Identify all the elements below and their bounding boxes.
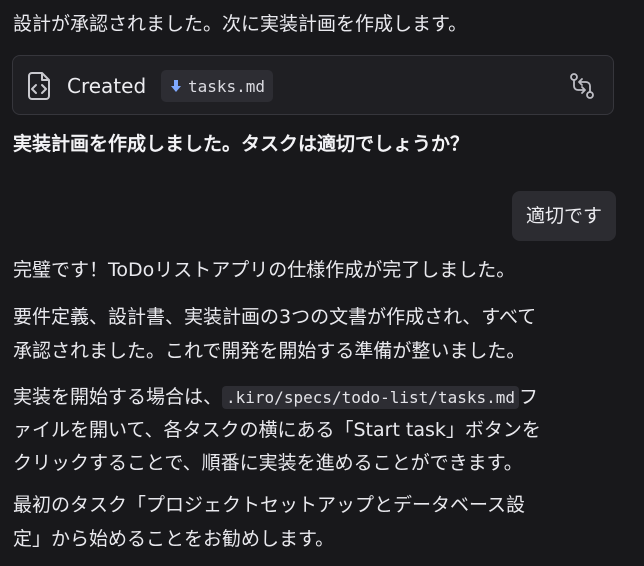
chat-panel: 設計が承認されました。次に実装計画を作成します。 Created tasks.m… <box>0 0 644 566</box>
created-label: Created <box>67 74 147 98</box>
sync-diff-icon[interactable] <box>569 72 595 100</box>
assistant-message-complete: 完璧です！ToDoリストアプリの仕様作成が完了しました。 <box>13 259 516 281</box>
file-chip[interactable]: tasks.md <box>161 70 274 102</box>
assistant-question: 実装計画を作成しました。タスクは適切でしょうか？ <box>13 133 470 155</box>
user-message-bubble: 適切です <box>511 191 616 241</box>
file-code-icon <box>28 72 50 100</box>
assistant-message-first-task-line2: 定」から始めることをお勧めします。 <box>13 528 335 550</box>
assistant-message-approved: 設計が承認されました。次に実装計画を作成します。 <box>13 13 468 35</box>
download-arrow-icon <box>171 79 181 92</box>
start-line1-prefix: 実装を開始する場合は、 <box>13 386 223 408</box>
assistant-message-start-line1: 実装を開始する場合は、 .kiro/specs/todo-list/tasks.m… <box>13 380 538 415</box>
assistant-message-docs-line1: 要件定義、設計書、実装計画の3つの文書が作成され、すべて <box>13 306 537 328</box>
file-chip-name: tasks.md <box>188 76 266 96</box>
tasks-file-path: .kiro/specs/todo-list/tasks.md <box>222 386 519 409</box>
assistant-message-first-task-line1: 最初のタスク「プロジェクトセットアップとデータベース設 <box>13 494 526 516</box>
assistant-message-docs-line2: 承認されました。これで開発を開始する準備が整いました。 <box>13 340 526 362</box>
assistant-message-start-line2: ァイルを開いて、各タスクの横にある「Start task」ボタンを <box>13 419 541 441</box>
start-line1-suffix: フ <box>519 386 539 408</box>
file-created-card[interactable]: Created tasks.md <box>12 55 614 115</box>
assistant-message-start-line3: クリックすることで、順番に実装を進めることができます。 <box>13 452 523 474</box>
